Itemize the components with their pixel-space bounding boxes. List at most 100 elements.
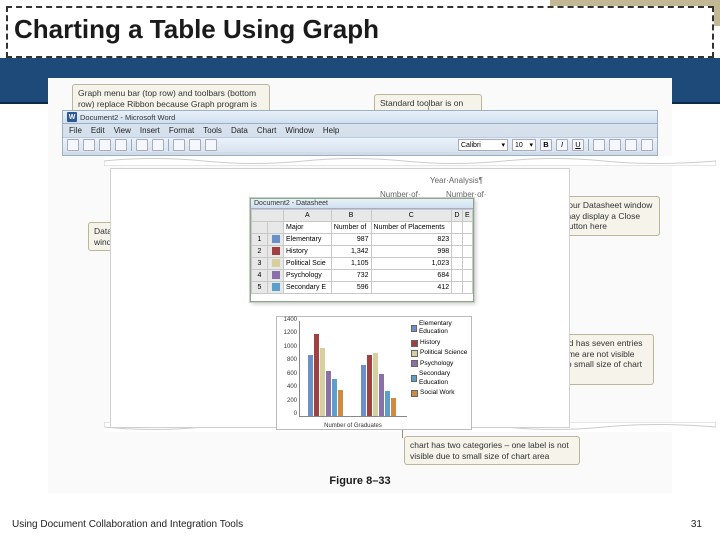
toolbar-icon[interactable] (99, 139, 111, 151)
bold-icon[interactable]: B (540, 139, 552, 151)
ds-header-cell[interactable] (452, 222, 463, 234)
ds-header-cell[interactable]: Major (284, 222, 332, 234)
leader-line (402, 430, 403, 438)
ds-header-cell[interactable] (268, 222, 284, 234)
toolbar-icon[interactable] (593, 139, 605, 151)
ds-cell[interactable]: 4 (252, 270, 268, 282)
menu-insert[interactable]: Insert (140, 126, 160, 135)
toolbar-icon[interactable] (625, 139, 637, 151)
chart-x-label: Number of Graduates (299, 423, 407, 429)
ds-col-letter[interactable]: D (452, 210, 463, 222)
ds-header-cell[interactable] (252, 222, 268, 234)
ds-col-letter[interactable]: C (371, 210, 452, 222)
toolbar-icon[interactable] (189, 139, 201, 151)
ds-col-letter[interactable]: E (462, 210, 472, 222)
toolbar-icon[interactable] (67, 139, 79, 151)
ds-cell[interactable] (452, 270, 463, 282)
legend-swatch (411, 325, 417, 332)
toolbar-icon[interactable] (83, 139, 95, 151)
toolbar-icon[interactable] (641, 139, 653, 151)
slide-title: Charting a Table Using Graph (14, 14, 379, 45)
y-tick: 800 (277, 357, 297, 363)
ds-cell[interactable]: 412 (371, 282, 452, 294)
ds-cell[interactable] (462, 234, 472, 246)
ds-cell[interactable]: 3 (252, 258, 268, 270)
toolbar-icon[interactable] (136, 139, 148, 151)
ds-cell[interactable] (452, 246, 463, 258)
ds-cell[interactable] (452, 234, 463, 246)
ds-header-cell[interactable]: Number of Placements (371, 222, 452, 234)
ds-cell[interactable] (268, 234, 284, 246)
datasheet-window[interactable]: Document2 - Datasheet ABCDEMajorNumber o… (250, 198, 474, 302)
ds-cell[interactable] (268, 270, 284, 282)
ds-cell[interactable] (462, 258, 472, 270)
toolbar-icon[interactable] (152, 139, 164, 151)
menu-format[interactable]: Format (169, 126, 194, 135)
bar (314, 334, 319, 416)
chart-object[interactable]: 1400120010008006004002000 Number of Grad… (276, 316, 472, 430)
word-icon: W (67, 112, 77, 122)
menu-view[interactable]: View (114, 126, 131, 135)
toolbar-icon[interactable] (173, 139, 185, 151)
ds-cell[interactable] (462, 270, 472, 282)
ds-cell[interactable]: 732 (331, 270, 371, 282)
ds-cell[interactable]: 823 (371, 234, 452, 246)
menu-window[interactable]: Window (285, 126, 313, 135)
ds-cell[interactable]: 5 (252, 282, 268, 294)
legend-swatch (411, 390, 418, 397)
menu-edit[interactable]: Edit (91, 126, 105, 135)
ds-cell[interactable]: 2 (252, 246, 268, 258)
menu-data[interactable]: Data (231, 126, 248, 135)
window-titlebar: W Document2 - Microsoft Word (63, 111, 657, 124)
toolbar-row[interactable]: Calibri▾ 10▾ B I U (63, 137, 657, 152)
ds-cell[interactable] (452, 282, 463, 294)
ds-cell[interactable]: Psychology (284, 270, 332, 282)
bar (391, 398, 396, 416)
toolbar-icon[interactable] (205, 139, 217, 151)
ds-cell[interactable] (462, 282, 472, 294)
ds-cell[interactable]: 1,342 (331, 246, 371, 258)
ds-cell[interactable]: Secondary E (284, 282, 332, 294)
page-number: 31 (691, 519, 702, 530)
menu-bar[interactable]: File Edit View Insert Format Tools Data Chart Wi… (63, 124, 657, 137)
ds-cell[interactable] (462, 246, 472, 258)
ds-header-cell[interactable] (462, 222, 472, 234)
ds-cell[interactable]: 1 (252, 234, 268, 246)
menu-file[interactable]: File (69, 126, 82, 135)
ds-cell[interactable]: 987 (331, 234, 371, 246)
ds-col-letter[interactable] (252, 210, 284, 222)
word-app-frame: W Document2 - Microsoft Word File Edit Vie… (62, 110, 658, 156)
toolbar-icon[interactable] (115, 139, 127, 151)
menu-help[interactable]: Help (323, 126, 339, 135)
bar (338, 390, 343, 416)
font-size-combo[interactable]: 10▾ (512, 139, 536, 151)
ds-cell[interactable]: 1,105 (331, 258, 371, 270)
y-tick: 1200 (277, 330, 297, 336)
datasheet-grid[interactable]: ABCDEMajorNumber ofNumber of Placements1… (251, 209, 473, 294)
ds-header-cell[interactable]: Number of (331, 222, 371, 234)
bar (379, 374, 384, 416)
italic-icon[interactable]: I (556, 139, 568, 151)
toolbar-icon[interactable] (609, 139, 621, 151)
ds-cell[interactable]: 596 (331, 282, 371, 294)
underline-icon[interactable]: U (572, 139, 584, 151)
menu-chart[interactable]: Chart (257, 126, 277, 135)
ds-col-letter[interactable]: B (331, 210, 371, 222)
ds-cell[interactable] (268, 258, 284, 270)
ds-cell[interactable] (452, 258, 463, 270)
legend-label: Secondary Education (419, 370, 469, 387)
ds-cell[interactable]: Elementary (284, 234, 332, 246)
menu-tools[interactable]: Tools (203, 126, 222, 135)
font-size-value: 10 (515, 142, 523, 149)
torn-edge-top (104, 156, 716, 166)
ds-cell[interactable] (268, 282, 284, 294)
font-name-combo[interactable]: Calibri▾ (458, 139, 508, 151)
ds-cell[interactable]: Political Scie (284, 258, 332, 270)
ds-cell[interactable]: History (284, 246, 332, 258)
ds-col-letter[interactable]: A (284, 210, 332, 222)
ds-cell[interactable] (268, 246, 284, 258)
legend-label: History (420, 339, 440, 347)
ds-cell[interactable]: 1,023 (371, 258, 452, 270)
ds-cell[interactable]: 998 (371, 246, 452, 258)
ds-cell[interactable]: 684 (371, 270, 452, 282)
